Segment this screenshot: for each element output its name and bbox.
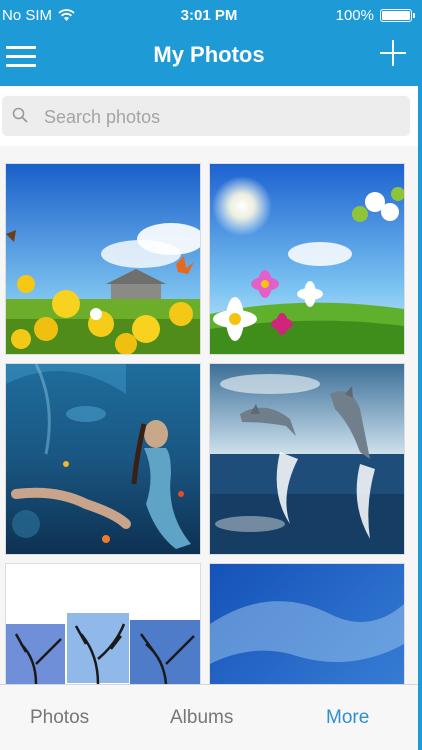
photo-thumbnail[interactable] (6, 164, 200, 354)
navigation-bar: My Photos (0, 30, 418, 86)
tab-photos[interactable]: Photos (30, 707, 89, 729)
photo-flowers-image (6, 164, 200, 354)
search-input[interactable] (42, 102, 396, 132)
tab-albums[interactable]: Albums (170, 707, 233, 729)
plus-icon[interactable] (380, 40, 406, 66)
search-bar[interactable] (2, 96, 410, 136)
photo-dolphins-image (210, 364, 404, 554)
photo-thumbnail[interactable] (6, 364, 200, 554)
page-title: My Photos (153, 42, 265, 67)
header: No SIM 3:01 PM 100% My Photos (0, 0, 418, 86)
screen: No SIM 3:01 PM 100% My Photos Search pho… (0, 0, 422, 750)
battery-percent: 100% (335, 7, 374, 24)
search-icon (12, 107, 28, 123)
photo-thumbnail[interactable] (210, 364, 404, 554)
battery-icon (380, 9, 415, 22)
frame-edge (418, 0, 422, 750)
search-area (0, 86, 418, 146)
photo-tree-collage-image (6, 564, 200, 684)
photo-thumbnail[interactable] (210, 564, 404, 684)
tab-bar: Photos Albums More (0, 684, 418, 750)
photo-grid (0, 146, 418, 684)
photo-daisies-image (210, 164, 404, 354)
photo-thumbnail[interactable] (210, 164, 404, 354)
photo-sky-image (210, 564, 404, 684)
photo-underwater-image (6, 364, 200, 554)
photo-thumbnail[interactable] (6, 564, 200, 684)
status-bar: No SIM 3:01 PM 100% (0, 0, 418, 30)
tab-more[interactable]: More (326, 707, 369, 729)
battery: 100% (335, 7, 415, 24)
